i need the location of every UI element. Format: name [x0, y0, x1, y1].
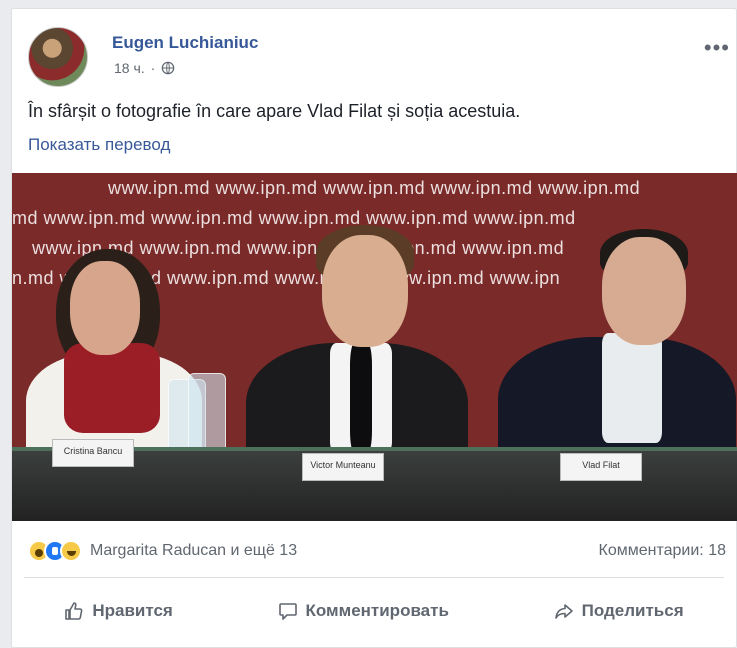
comments-count[interactable]: Комментарии: 18	[599, 542, 726, 560]
translate-link[interactable]: Показать перевод	[28, 135, 170, 155]
globe-icon[interactable]	[161, 61, 175, 75]
person-left-head	[70, 261, 140, 355]
share-icon	[554, 604, 573, 619]
nameplate: Vlad Filat	[560, 453, 642, 481]
post-card: Eugen Luchianiuc 18 ч. · ••• În sfârșit …	[11, 8, 737, 648]
comment-button[interactable]: Комментировать	[268, 593, 459, 629]
share-label: Поделиться	[581, 601, 684, 620]
share-button[interactable]: Поделиться	[544, 593, 694, 629]
like-label: Нравится	[92, 601, 173, 620]
person-left-scarf	[64, 343, 160, 433]
haha-reaction-icon	[60, 540, 82, 562]
post-text: În sfârșit o fotografie în care apare Vl…	[28, 101, 521, 121]
like-button[interactable]: Нравится	[54, 593, 183, 629]
person-center-tie	[350, 343, 372, 453]
thumbs-up-icon	[65, 602, 83, 620]
more-options-button[interactable]: •••	[704, 35, 730, 61]
nameplate: Cristina Bancu	[52, 439, 134, 467]
action-bar: Нравится Комментировать Поделиться	[12, 585, 736, 637]
author-name[interactable]: Eugen Luchianiuc	[112, 33, 258, 53]
post-photo[interactable]: www.ipn.md www.ipn.md www.ipn.md www.ipn…	[12, 173, 737, 521]
backdrop-line: www.ipn.md www.ipn.md www.ipn.md www.ipn…	[108, 178, 641, 198]
person-right-shirt	[602, 333, 662, 443]
comment-label: Комментировать	[305, 601, 449, 620]
divider	[24, 577, 724, 578]
meta-separator: ·	[150, 60, 156, 76]
person-center-head	[322, 235, 408, 347]
nameplate: Victor Munteanu	[302, 453, 384, 481]
reactions-bar: Margarita Raducan и ещё 13 Комментарии: …	[28, 537, 726, 565]
comment-icon	[278, 603, 297, 620]
person-right-head	[602, 237, 686, 345]
avatar[interactable]	[28, 27, 88, 87]
reaction-icons[interactable]	[28, 540, 82, 562]
reaction-names[interactable]: Margarita Raducan и ещё 13	[90, 542, 297, 560]
post-meta: 18 ч. ·	[114, 60, 175, 76]
post-time[interactable]: 18 ч.	[114, 60, 145, 76]
post-header: Eugen Luchianiuc 18 ч. · •••	[28, 27, 736, 87]
